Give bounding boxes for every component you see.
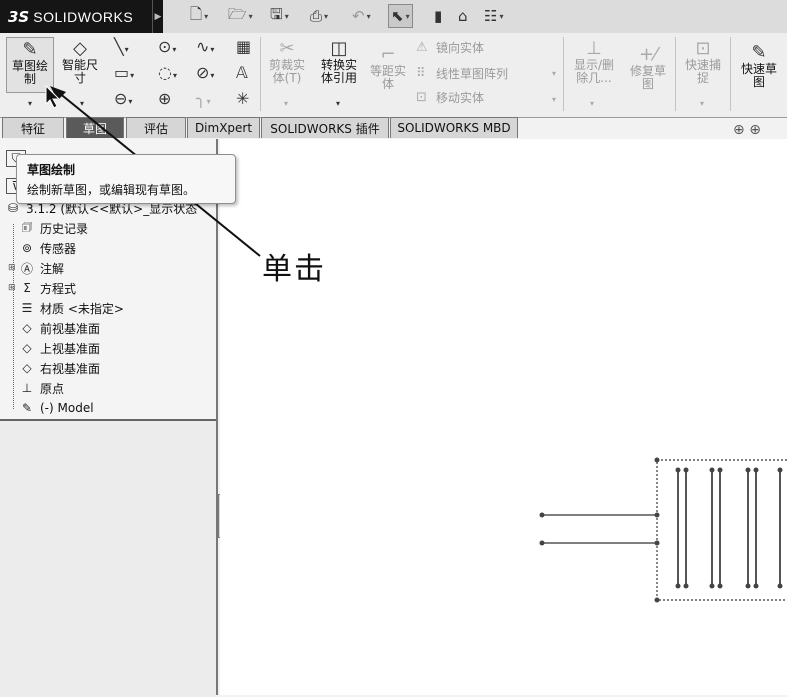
tooltip-description: 绘制新草图，或编辑现有草图。 bbox=[27, 183, 196, 197]
model-geometry bbox=[542, 459, 787, 601]
sketch-tooltip: 草图绘制 绘制新草图，或编辑现有草图。 bbox=[16, 154, 236, 204]
model-outline bbox=[656, 459, 787, 601]
graphics-overlay bbox=[45, 84, 787, 603]
click-callout-label: 单击 bbox=[262, 252, 326, 287]
model-vertices bbox=[539, 457, 783, 603]
tooltip-title: 草图绘制 bbox=[27, 163, 76, 177]
